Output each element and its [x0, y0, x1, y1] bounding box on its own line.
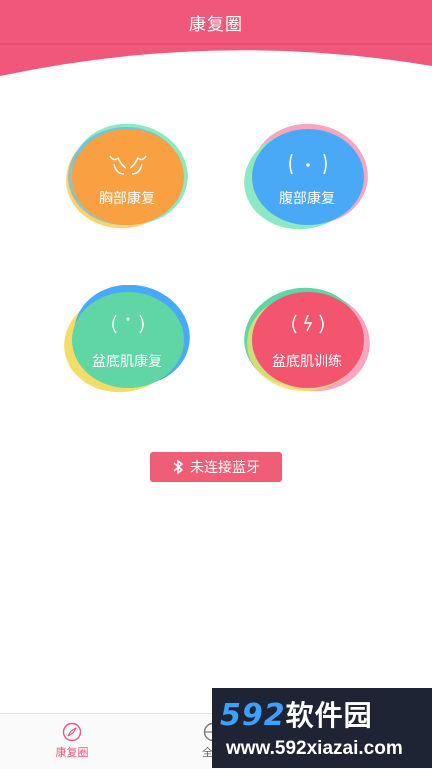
header-bar: 康复圈 — [0, 0, 432, 80]
pelvic-floor-outline-icon — [112, 314, 144, 334]
watermark-592-logo: 592软件园 www.592xiazai.com — [212, 688, 432, 768]
module-label: 盆底肌训练 — [272, 354, 342, 370]
watermark-brand: 592软件园 — [220, 698, 373, 733]
page-title: 康复圈 — [189, 15, 243, 35]
bluetooth-icon — [173, 459, 184, 475]
module-label: 盆底肌康复 — [92, 354, 162, 370]
pelvic-training-outline-icon — [292, 314, 324, 334]
module-pelvic-rehab[interactable]: 盆底肌康复 — [62, 285, 192, 395]
bluetooth-status-label: 未连接蓝牙 — [190, 460, 260, 476]
module-abdomen-rehab[interactable]: 腹部康复 — [242, 122, 372, 232]
tab-label: 康复圈 — [55, 746, 89, 759]
watermark-url: www.592xiazai.com — [226, 738, 403, 759]
module-pelvic-training[interactable]: 盆底肌训练 — [242, 285, 372, 395]
bluetooth-connect-button[interactable]: 未连接蓝牙 — [150, 452, 282, 482]
module-chest-rehab[interactable]: 胸部康复 — [62, 122, 192, 232]
compass-icon — [62, 722, 82, 742]
abdomen-outline-icon — [289, 153, 327, 175]
chest-outline-icon — [109, 155, 147, 175]
module-label: 腹部康复 — [279, 191, 335, 207]
tab-rehab-circle[interactable]: 康复圈 — [32, 722, 112, 760]
module-label: 胸部康复 — [99, 191, 155, 207]
